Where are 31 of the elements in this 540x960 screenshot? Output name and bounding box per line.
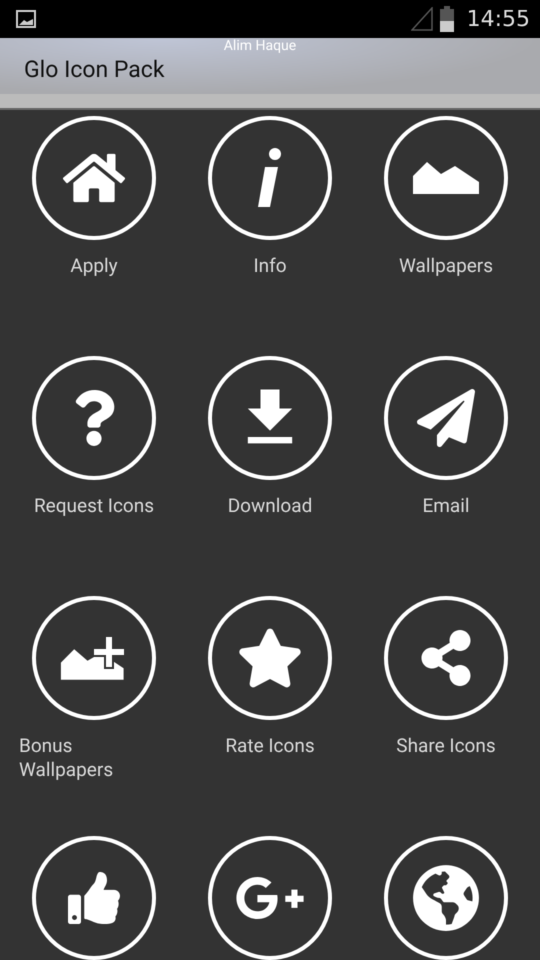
menu-circle-button[interactable] bbox=[208, 596, 332, 720]
signal-icon bbox=[410, 7, 433, 31]
status-time: 14:55 bbox=[466, 6, 530, 32]
menu-label: Wallpapers bbox=[398, 254, 494, 278]
menu-circle-button[interactable] bbox=[32, 116, 156, 240]
menu-circle-button[interactable] bbox=[32, 356, 156, 480]
battery-icon bbox=[438, 6, 455, 32]
menu-circle-button[interactable] bbox=[32, 836, 156, 960]
menu-label: Share Icons bbox=[396, 734, 496, 758]
globe-icon bbox=[412, 864, 480, 932]
menu-circle-button[interactable] bbox=[384, 356, 508, 480]
header-subtitle: Alim Haque bbox=[224, 38, 296, 54]
menu-label: Info bbox=[253, 254, 287, 278]
paper-plane-icon bbox=[417, 389, 475, 447]
menu-circle-button[interactable] bbox=[208, 116, 332, 240]
menu-circle-button[interactable] bbox=[384, 836, 508, 960]
menu-label: Apply bbox=[70, 254, 118, 278]
menu-circle-button[interactable] bbox=[384, 596, 508, 720]
image-icon bbox=[16, 10, 36, 28]
menu-circle-button[interactable] bbox=[208, 356, 332, 480]
menu-circle-button[interactable] bbox=[208, 836, 332, 960]
menu-circle-button[interactable] bbox=[32, 596, 156, 720]
menu-circle-button[interactable] bbox=[384, 116, 508, 240]
thumbs-up-icon bbox=[68, 872, 120, 924]
menu-label: Request Icons bbox=[34, 494, 154, 518]
menu-label: Rate Icons bbox=[225, 734, 315, 758]
info-icon bbox=[257, 147, 283, 209]
menu-label: Download bbox=[228, 494, 312, 518]
menu-label: Bonus Wallpapers bbox=[19, 734, 114, 782]
menu-label: Email bbox=[422, 494, 470, 518]
app-title: Glo Icon Pack bbox=[24, 55, 166, 85]
